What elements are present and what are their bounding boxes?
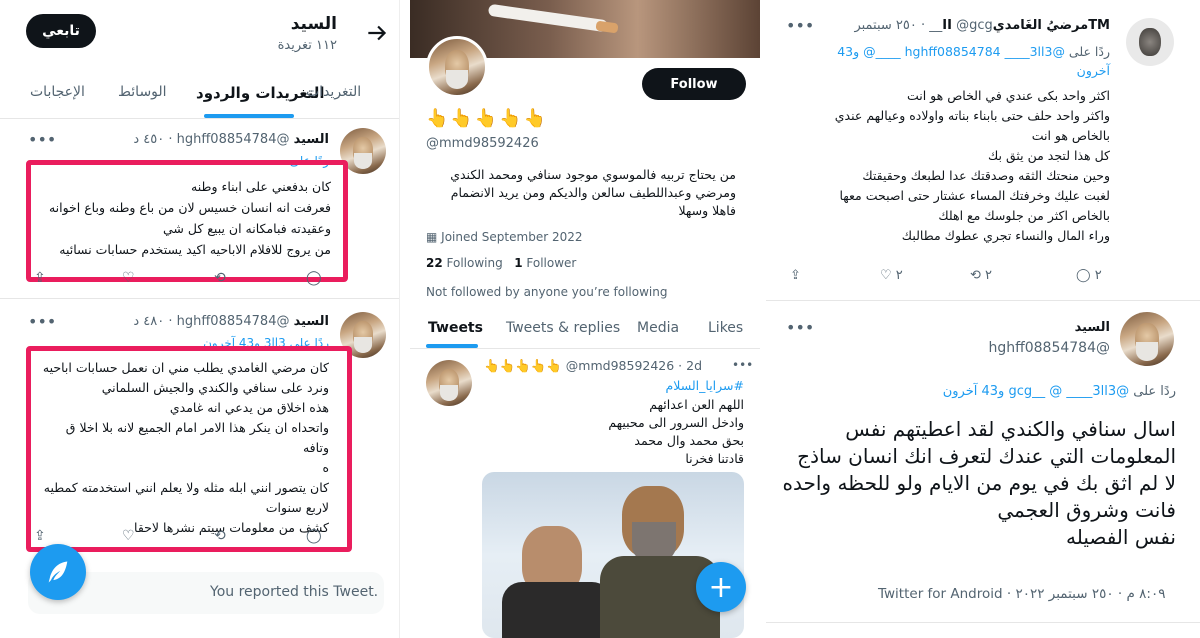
tabs-divider bbox=[410, 348, 760, 349]
tweet1-divider bbox=[766, 300, 1200, 301]
tweet-count: ١١٢ تغريدة bbox=[277, 38, 337, 53]
retweet-icon[interactable]: ⟲ bbox=[214, 270, 226, 286]
tweet2-more-icon[interactable]: ••• bbox=[28, 312, 56, 331]
joined-date: ▦ Joined September 2022 bbox=[426, 230, 583, 244]
follow-stats: 22 Following 1 Follower bbox=[426, 256, 576, 270]
like-icon[interactable]: ♡ bbox=[122, 528, 135, 544]
tweet-more-icon[interactable]: ••• bbox=[732, 358, 753, 372]
tweet2-bottom-divider bbox=[766, 622, 1200, 623]
left-profile-panel: السيد ١١٢ تغريدة تابعي الإعجابات الوسائط… bbox=[0, 0, 400, 638]
tweet1-divider bbox=[0, 298, 399, 299]
tweet1-time: ٤٥٠ د bbox=[133, 132, 165, 147]
tab-tweets-replies[interactable]: Tweets & replies bbox=[506, 320, 620, 336]
tweet1-time: ٢٥٠ سبتمبر bbox=[854, 18, 917, 33]
profile-avatar[interactable] bbox=[426, 36, 488, 98]
tweet-hashtag[interactable]: #سرايا_السلام bbox=[484, 378, 745, 393]
feather-icon bbox=[44, 558, 72, 586]
follow-button[interactable]: Follow bbox=[642, 68, 746, 100]
following-link[interactable]: 22 Following bbox=[426, 256, 503, 270]
share-icon[interactable]: ⇪ bbox=[34, 528, 46, 544]
profile-name: السيد bbox=[290, 14, 337, 34]
tweet2-avatar[interactable] bbox=[1120, 312, 1174, 366]
tweet1-header: السيد @hghff08854784 · ٤٥٠ د bbox=[133, 132, 329, 147]
tweet1-handle: @hghff08854784 bbox=[176, 132, 290, 147]
tweet1-text: اكثر واحد بكى عندي في الخاص هو انت واكثر… bbox=[834, 88, 1110, 243]
tweet1-actions: ⇪ ♡ ٢ ⟲ ٢ ◯ ٢ bbox=[790, 268, 1110, 286]
profile-handle: @mmd98592426 bbox=[426, 136, 539, 151]
tweet1-text: كان بدفعني على ابناء وطنه فعرفت انه انسا… bbox=[48, 179, 331, 257]
retweet-icon[interactable]: ⟲ ٢ bbox=[970, 268, 992, 283]
tweet1-actions: ⇪ ♡ ⟲ ◯ bbox=[34, 270, 334, 286]
tab-media[interactable]: Media bbox=[637, 320, 679, 336]
tweet2-text: كان مرضي الغامدي يطلب مني ان نعمل حسابات… bbox=[42, 360, 329, 535]
tweet2-header: السيد @hghff08854784 · ٤٨٠ د bbox=[133, 314, 329, 329]
right-thread-panel: TMمرضيُ الغَامديII @gcg__ · ٢٥٠ سبتمبر •… bbox=[766, 0, 1200, 638]
share-icon[interactable]: ⇪ bbox=[34, 270, 46, 286]
tweet1-header: TMمرضيُ الغَامديII @gcg__ · ٢٥٠ سبتمبر bbox=[854, 18, 1110, 33]
reply-icon[interactable]: ◯ bbox=[306, 270, 322, 286]
reply-icon[interactable]: ◯ bbox=[306, 528, 322, 544]
tweet2-handle: @hghff08854784 bbox=[988, 340, 1110, 356]
compose-fab[interactable]: + bbox=[696, 562, 746, 612]
cigarette bbox=[487, 3, 609, 33]
back-arrow-icon[interactable] bbox=[364, 20, 390, 46]
reply-icon[interactable]: ◯ ٢ bbox=[1076, 268, 1102, 283]
tweet1-avatar[interactable] bbox=[1126, 18, 1174, 66]
tweet2-time: ٤٨٠ د bbox=[133, 314, 165, 329]
tweet2-actions: ⇪ ♡ ⟲ ◯ bbox=[34, 528, 334, 544]
tweet-text: اللهم العن اعدائهم وادخل السرور الى محبي… bbox=[608, 397, 744, 466]
profile-bio: من يحتاج تربيه فالموسوي موجود سنافي ومحم… bbox=[450, 167, 736, 218]
tab-likes[interactable]: Likes bbox=[708, 320, 743, 336]
follow-button[interactable]: تابعي bbox=[26, 14, 96, 48]
like-icon[interactable]: ♡ ٢ bbox=[880, 268, 903, 283]
followers-link[interactable]: 1 Follower bbox=[514, 256, 576, 270]
tweet2-footer: ٨:٠٩ م · ٢٥٠ سبتمبر ٢٠٢٢ · Twitter for A… bbox=[878, 586, 1166, 602]
tweet2-more-icon[interactable]: ••• bbox=[786, 318, 814, 337]
not-followed-note: Not followed by anyone you’re following bbox=[426, 285, 668, 299]
tab-tweets[interactable]: Tweets bbox=[428, 320, 483, 336]
reported-text: You reported this Tweet. bbox=[210, 584, 379, 600]
tabs-divider bbox=[0, 118, 399, 119]
tweet1-reply-line[interactable]: ردًا على @hghff08854784 ____3ll3 ____@ و… bbox=[780, 42, 1110, 80]
tweet-avatar[interactable] bbox=[426, 360, 472, 406]
tweet2-name: السيد bbox=[293, 314, 329, 329]
tweet1-handle: @gcg__ bbox=[929, 18, 993, 33]
tweet1-name: السيد bbox=[293, 132, 329, 147]
tweet2-handle: @hghff08854784 bbox=[176, 314, 290, 329]
compose-fab[interactable] bbox=[30, 544, 86, 600]
tweet-header: 👆👆👆👆👆 @mmd98592426 · 2d bbox=[484, 358, 703, 373]
tweet2-text: اسال سنافي والكندي لقد اعطيتهم نفس المعل… bbox=[782, 417, 1176, 549]
tweet1-more-icon[interactable]: ••• bbox=[786, 16, 814, 35]
tweet2-reply-line[interactable]: ردًا على @gcg__ @ ____3ll3 و43 آخرون bbox=[776, 384, 1176, 399]
tab-tweets[interactable]: التغريدات bbox=[306, 84, 361, 100]
retweet-icon[interactable]: ⟲ bbox=[214, 528, 226, 544]
tweet-photo[interactable] bbox=[482, 472, 744, 638]
emoji-row: 👆👆👆👆👆 bbox=[426, 108, 549, 129]
middle-profile-panel: Follow 👆👆👆👆👆 @mmd98592426 من يحتاج تربيه… bbox=[410, 0, 760, 638]
tweet2-name: السيد bbox=[1074, 320, 1110, 335]
calendar-icon: ▦ bbox=[426, 230, 438, 244]
tab-media[interactable]: الوسائط bbox=[118, 84, 167, 100]
like-icon[interactable]: ♡ bbox=[122, 270, 135, 286]
share-icon[interactable]: ⇪ bbox=[790, 268, 801, 283]
tab-likes[interactable]: الإعجابات bbox=[30, 84, 85, 100]
tweet1-more-icon[interactable]: ••• bbox=[28, 130, 56, 149]
